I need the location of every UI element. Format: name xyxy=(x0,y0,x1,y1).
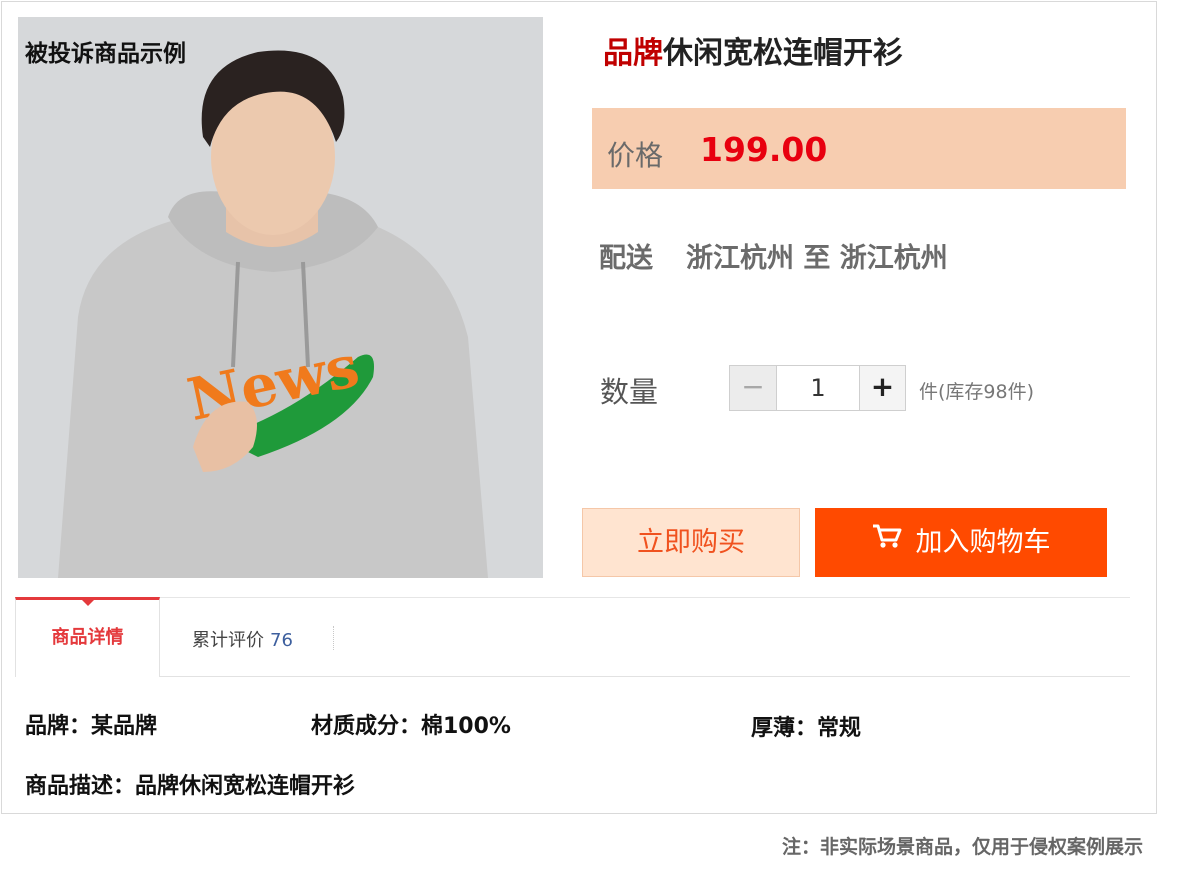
product-photo: News 被投诉商品示例 xyxy=(18,17,543,578)
shopping-cart-icon xyxy=(872,506,902,575)
tab-top-divider xyxy=(160,597,1130,598)
shipping-label: 配送 xyxy=(599,243,653,274)
review-count: 76 xyxy=(270,630,293,651)
quantity-increase-button[interactable]: + xyxy=(859,365,906,411)
spec-material: 材质成分：棉100% xyxy=(311,714,511,739)
tab-bottom-divider xyxy=(15,676,1130,677)
stock-info: 件(库存98件) xyxy=(919,381,1035,403)
spec-thickness: 厚薄：常规 xyxy=(751,716,862,741)
tab-separator xyxy=(333,626,334,650)
add-to-cart-button[interactable]: 加入购物车 xyxy=(815,508,1107,577)
price-label: 价格 xyxy=(607,139,664,172)
tab-reviews-label: 累计评价 xyxy=(192,630,264,651)
buy-now-button[interactable]: 立即购买 xyxy=(582,508,800,577)
quantity-label: 数量 xyxy=(600,375,659,409)
model-in-hoodie-illustration: News xyxy=(18,17,543,578)
spec-brand: 品牌：某品牌 xyxy=(25,714,158,739)
product-brand-word: 品牌 xyxy=(603,36,663,71)
shipping-route: 浙江杭州 至 浙江杭州 xyxy=(686,243,948,274)
price-value: 199.00 xyxy=(700,130,828,169)
footnote: 注：非实际场景商品，仅用于侵权案例展示 xyxy=(782,836,1144,858)
product-title: 品牌休闲宽松连帽开衫 xyxy=(603,28,903,72)
quantity-input[interactable]: 1 xyxy=(777,365,859,411)
quantity-decrease-button[interactable]: − xyxy=(729,365,777,411)
active-tab-indicator xyxy=(82,600,94,606)
tab-product-details[interactable]: 商品详情 xyxy=(15,597,160,677)
spec-description: 商品描述：品牌休闲宽松连帽开衫 xyxy=(25,774,356,799)
product-name: 休闲宽松连帽开衫 xyxy=(663,36,903,71)
price-bar: 价格 199.00 xyxy=(592,108,1126,189)
tab-reviews[interactable]: 累计评价 76 xyxy=(192,626,293,652)
photo-caption: 被投诉商品示例 xyxy=(25,41,186,67)
add-to-cart-label: 加入购物车 xyxy=(915,527,1051,558)
